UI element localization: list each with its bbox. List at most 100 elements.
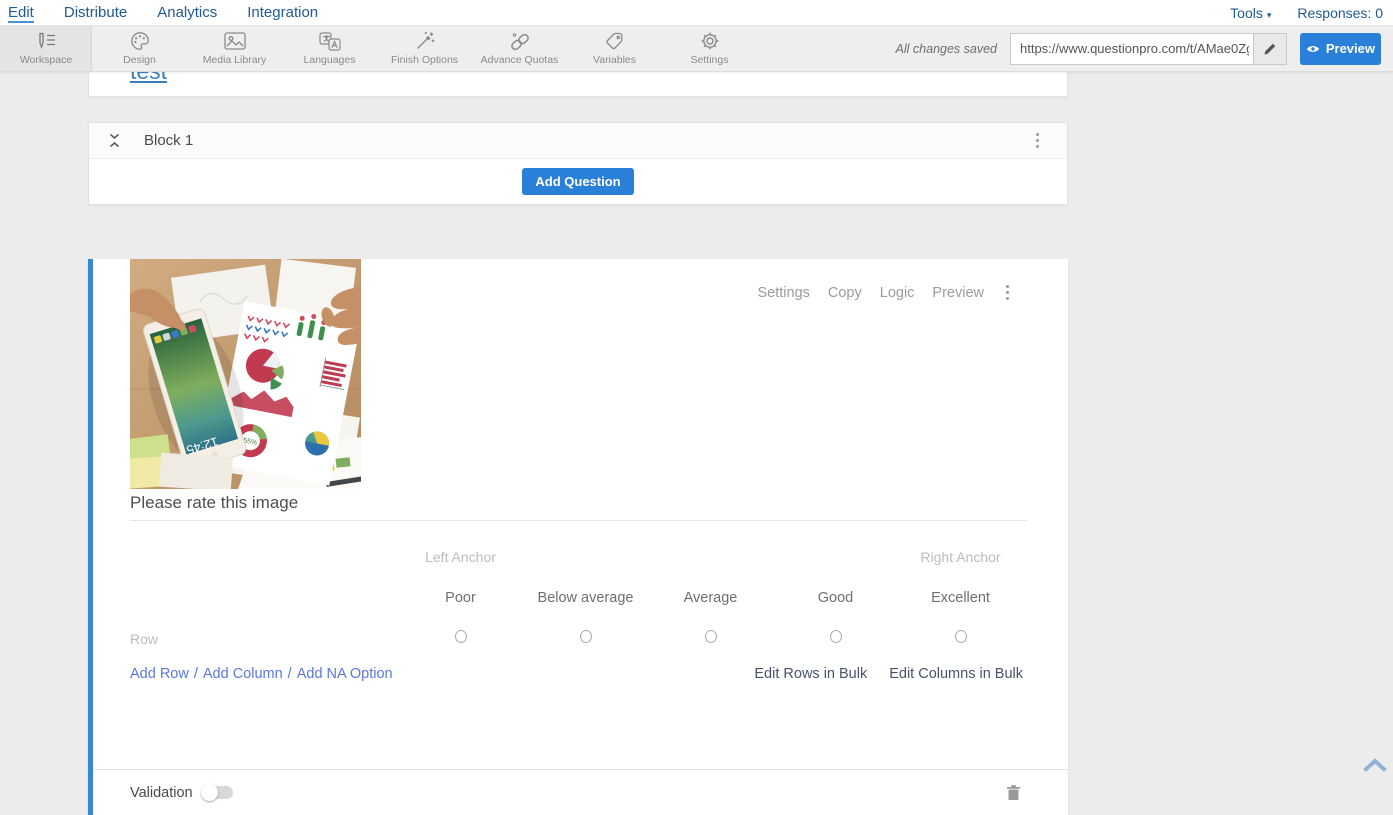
question-menu-button[interactable] — [1002, 281, 1013, 304]
toolbar-item-settings[interactable]: Settings — [662, 26, 757, 71]
toolbar-item-label: Advance Quotas — [481, 54, 559, 66]
question-settings-link[interactable]: Settings — [757, 285, 809, 301]
toolbar-item-advance-quotas[interactable]: Advance Quotas — [472, 26, 567, 71]
question-image[interactable]: 55% — [130, 259, 361, 489]
block-header: Block 1 — [89, 123, 1067, 159]
question-actions: Settings Copy Logic Preview — [757, 281, 1013, 304]
edit-rows-bulk-link[interactable]: Edit Rows in Bulk — [754, 666, 867, 682]
anchor-row: Left Anchor Right Anchor — [130, 547, 1068, 567]
chevron-up-icon — [1362, 758, 1388, 772]
link-separator: / — [194, 666, 198, 682]
chain-icon — [509, 31, 531, 51]
scale-header-row: Poor Below average Average Good Excellen… — [130, 588, 1068, 608]
toolbar-right-group: All changes saved Preview — [896, 26, 1393, 71]
toolbar-item-label: Languages — [304, 54, 356, 66]
toolbar-item-design[interactable]: Design — [92, 26, 187, 71]
collapse-block-button[interactable] — [109, 133, 120, 148]
responses-count[interactable]: Responses: 0 — [1297, 5, 1383, 21]
editor-canvas: test Block 1 Add Question Settings Copy — [0, 72, 1393, 772]
validation-toggle[interactable] — [203, 786, 233, 799]
toolbar-item-label: Finish Options — [391, 54, 458, 66]
survey-url-box — [1010, 33, 1287, 65]
toolbar-item-variables[interactable]: Variables — [567, 26, 662, 71]
block-menu-button[interactable] — [1032, 129, 1043, 152]
survey-title[interactable]: test — [130, 72, 167, 85]
survey-url-input[interactable] — [1011, 34, 1253, 64]
rating-radio[interactable] — [705, 630, 717, 643]
edit-columns-bulk-link[interactable]: Edit Columns in Bulk — [889, 666, 1023, 682]
pencil-icon — [1263, 42, 1277, 56]
image-icon — [224, 31, 246, 51]
column-header[interactable]: Good — [818, 590, 853, 606]
trash-icon — [1007, 785, 1020, 800]
toolbar-item-label: Design — [123, 54, 156, 66]
column-header[interactable]: Average — [684, 590, 738, 606]
toolbar-item-workspace[interactable]: Workspace — [0, 26, 92, 71]
left-anchor-field[interactable]: Left Anchor — [425, 549, 496, 565]
toolbar-item-finish-options[interactable]: Finish Options — [377, 26, 472, 71]
question-logic-link[interactable]: Logic — [880, 285, 915, 301]
palette-icon — [130, 31, 150, 51]
delete-question-button[interactable] — [1007, 785, 1020, 800]
add-links-group: Add Row / Add Column / Add NA Option — [130, 666, 393, 682]
top-navbar: Edit Distribute Analytics Integration To… — [0, 0, 1393, 26]
nav-tab-analytics[interactable]: Analytics — [157, 3, 217, 23]
question-footer: Validation — [93, 769, 1068, 815]
add-column-link[interactable]: Add Column — [203, 666, 283, 682]
editor-toolbar: Workspace Design Media Library — [0, 26, 1393, 72]
add-na-option-link[interactable]: Add NA Option — [297, 666, 393, 682]
row-label-field[interactable]: Row — [130, 631, 158, 647]
caret-down-icon: ▾ — [1267, 10, 1272, 20]
tag-icon — [605, 31, 625, 51]
nav-tab-integration[interactable]: Integration — [247, 3, 318, 23]
translate-icon — [319, 31, 341, 51]
question-divider — [130, 520, 1027, 521]
scroll-top-button[interactable] — [1362, 758, 1388, 777]
save-status: All changes saved — [896, 42, 997, 56]
rating-radio[interactable] — [455, 630, 467, 643]
nav-tab-edit[interactable]: Edit — [8, 3, 34, 23]
toolbar-item-media-library[interactable]: Media Library — [187, 26, 282, 71]
block-title: Block 1 — [144, 132, 193, 149]
nav-utility: Tools ▾ Responses: 0 — [1230, 5, 1383, 21]
collapse-icon — [109, 133, 120, 148]
add-row-link[interactable]: Add Row — [130, 666, 189, 682]
link-separator: / — [288, 666, 292, 682]
edit-url-button[interactable] — [1253, 34, 1286, 64]
add-question-row: Add Question — [89, 159, 1067, 204]
rating-radio[interactable] — [580, 630, 592, 643]
rating-radio[interactable] — [955, 630, 967, 643]
nav-tab-distribute[interactable]: Distribute — [64, 3, 127, 23]
tools-menu[interactable]: Tools ▾ — [1230, 5, 1271, 21]
rating-radio[interactable] — [830, 630, 842, 643]
column-header[interactable]: Below average — [538, 590, 634, 606]
gear-icon — [700, 31, 720, 51]
toggle-knob — [201, 784, 218, 801]
bulk-links-group: Edit Rows in Bulk Edit Columns in Bulk — [754, 666, 1023, 682]
question-card: Settings Copy Logic Preview — [88, 259, 1068, 815]
column-header[interactable]: Poor — [445, 590, 476, 606]
right-anchor-field[interactable]: Right Anchor — [920, 549, 1000, 565]
wand-icon — [415, 31, 435, 51]
column-header[interactable]: Excellent — [931, 590, 990, 606]
primary-nav: Edit Distribute Analytics Integration — [8, 3, 318, 23]
question-text[interactable]: Please rate this image — [130, 493, 298, 513]
preview-label: Preview — [1326, 41, 1375, 56]
question-preview-link[interactable]: Preview — [932, 285, 984, 301]
block-card: Block 1 Add Question — [88, 122, 1068, 205]
survey-title-card: test — [88, 72, 1068, 97]
validation-label: Validation — [130, 785, 193, 801]
toolbar-item-label: Media Library — [203, 54, 267, 66]
add-question-button[interactable]: Add Question — [522, 168, 633, 195]
preview-button[interactable]: Preview — [1300, 33, 1381, 65]
tools-label: Tools — [1230, 5, 1263, 21]
matrix-links-row: Add Row / Add Column / Add NA Option Edit Ro… — [130, 666, 1023, 682]
rating-row: Row — [130, 629, 1068, 649]
toolbar-item-label: Variables — [593, 54, 636, 66]
question-copy-link[interactable]: Copy — [828, 285, 862, 301]
toolbar-item-languages[interactable]: Languages — [282, 26, 377, 71]
eye-icon — [1306, 44, 1320, 54]
toolbar-item-label: Workspace — [20, 54, 72, 66]
workspace-icon — [35, 31, 57, 51]
toolbar-item-label: Settings — [691, 54, 729, 66]
